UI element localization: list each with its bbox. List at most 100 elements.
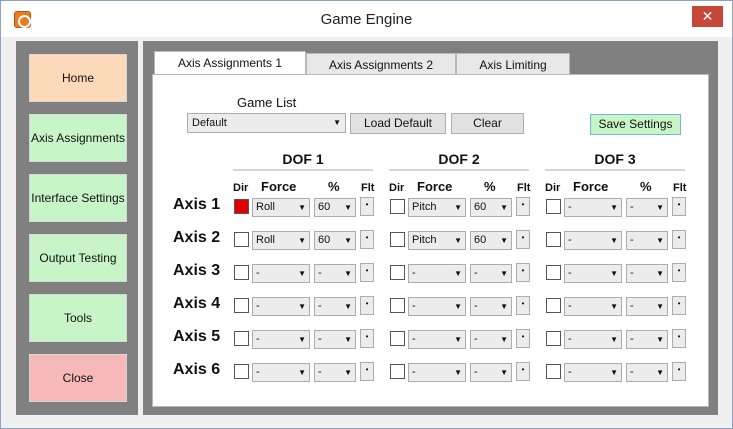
axis-3-dof-1-flt-button[interactable]: • [360, 263, 374, 282]
axis-5-dof-2-percent-select[interactable]: - ▼ [470, 330, 512, 349]
chevron-down-icon: ▼ [454, 368, 462, 377]
axis-3-dof-3-dir-checkbox[interactable] [546, 265, 561, 280]
axis-2-dof-2-percent-select[interactable]: 60 ▼ [470, 231, 512, 250]
axis-3-dof-2-flt-button[interactable]: • [516, 263, 530, 282]
axis-3-dof-2-percent-select[interactable]: - ▼ [470, 264, 512, 283]
axis-5-dof-3-force-select[interactable]: - ▼ [564, 330, 622, 349]
axis-4-dof-3-force-select[interactable]: - ▼ [564, 297, 622, 316]
axis-1-dof-1-percent-select[interactable]: 60 ▼ [314, 198, 356, 217]
sidebar-item-output-testing[interactable]: Output Testing [29, 234, 127, 282]
axis-3-dof-2-force-select[interactable]: - ▼ [408, 264, 466, 283]
axis-1-dof-3-flt-button[interactable]: • [672, 197, 686, 216]
axis-4-dof-3-dir-checkbox[interactable] [546, 298, 561, 313]
load-default-button[interactable]: Load Default [350, 113, 446, 134]
axis-1-dof-3-percent-select[interactable]: - ▼ [626, 198, 668, 217]
axis-2-dof-1-percent-select[interactable]: 60 ▼ [314, 231, 356, 250]
axis-4-dof-2-flt-button[interactable]: • [516, 296, 530, 315]
axis-2-dof-1-force-select[interactable]: Roll ▼ [252, 231, 310, 250]
sidebar-item-close[interactable]: Close [29, 354, 127, 402]
chevron-down-icon: ▼ [610, 368, 618, 377]
axis-6-dof-1-force-select[interactable]: - ▼ [252, 363, 310, 382]
axis-2-dof-1-dir-checkbox[interactable] [234, 232, 249, 247]
axis-2-dof-3-flt-button[interactable]: • [672, 230, 686, 249]
axis-3-dof-3-percent-select[interactable]: - ▼ [626, 264, 668, 283]
axis-3-dof-1-dir-checkbox[interactable] [234, 265, 249, 280]
axis-4-dof-1-percent-select[interactable]: - ▼ [314, 297, 356, 316]
axis-3-dof-2-dir-checkbox[interactable] [390, 265, 405, 280]
axis-1-dof-1-flt-button[interactable]: • [360, 197, 374, 216]
axis-2-dof-2-flt-button[interactable]: • [516, 230, 530, 249]
percent-value: - [474, 366, 478, 378]
axis-6-dof-2-percent-select[interactable]: - ▼ [470, 363, 512, 382]
axis-2-dof-3-dir-checkbox[interactable] [546, 232, 561, 247]
axis-6-dof-2-flt-button[interactable]: • [516, 362, 530, 381]
axis-5-dof-2-flt-button[interactable]: • [516, 329, 530, 348]
axis-1-dof-2-flt-button[interactable]: • [516, 197, 530, 216]
axis-1-dof-2-percent-select[interactable]: 60 ▼ [470, 198, 512, 217]
axis-5-dof-3-percent-select[interactable]: - ▼ [626, 330, 668, 349]
dof-3-flt-header: Flt [673, 182, 687, 194]
axis-5-dof-1-flt-button[interactable]: • [360, 329, 374, 348]
axis-1-dof-2-force-select[interactable]: Pitch ▼ [408, 198, 466, 217]
axis-2-dof-1-flt-button[interactable]: • [360, 230, 374, 249]
axis-5-dof-1-dir-checkbox[interactable] [234, 331, 249, 346]
axis-6-dof-2-force-select[interactable]: - ▼ [408, 363, 466, 382]
chevron-down-icon: ▼ [500, 269, 508, 278]
percent-value: - [318, 300, 322, 312]
chevron-down-icon: ▼ [656, 368, 664, 377]
axis-4-dof-1-flt-button[interactable]: • [360, 296, 374, 315]
sidebar-item-interface-settings[interactable]: Interface Settings [29, 174, 127, 222]
axis-6-dof-1-flt-button[interactable]: • [360, 362, 374, 381]
axis-6-dof-3-dir-checkbox[interactable] [546, 364, 561, 379]
axis-1-dof-3-dir-checkbox[interactable] [546, 199, 561, 214]
axis-1-dof-1-force-select[interactable]: Roll ▼ [252, 198, 310, 217]
axis-6-dof-1-dir-checkbox[interactable] [234, 364, 249, 379]
tab-axis-assignments-1[interactable]: Axis Assignments 1 [154, 51, 306, 76]
force-value: - [256, 300, 260, 312]
sidebar: Home Axis Assignments Interface Settings… [16, 41, 138, 415]
axis-1-dof-3-force-select[interactable]: - ▼ [564, 198, 622, 217]
axis-4-dof-1-dir-checkbox[interactable] [234, 298, 249, 313]
save-settings-button[interactable]: Save Settings [590, 114, 681, 135]
axis-6-dof-2-dir-checkbox[interactable] [390, 364, 405, 379]
axis-1-dof-2-dir-checkbox[interactable] [390, 199, 405, 214]
axis-5-dof-3-dir-checkbox[interactable] [546, 331, 561, 346]
axis-4-dof-3-flt-button[interactable]: • [672, 296, 686, 315]
axis-6-dof-3-flt-button[interactable]: • [672, 362, 686, 381]
axis-3-dof-3-flt-button[interactable]: • [672, 263, 686, 282]
axis-5-dof-2-force-select[interactable]: - ▼ [408, 330, 466, 349]
axis-6-dof-3-force-select[interactable]: - ▼ [564, 363, 622, 382]
axis-5-dof-1-force-select[interactable]: - ▼ [252, 330, 310, 349]
axis-5-dof-2-dir-checkbox[interactable] [390, 331, 405, 346]
close-window-button[interactable]: ✕ [692, 6, 723, 27]
tab-axis-limiting[interactable]: Axis Limiting [456, 53, 570, 76]
sidebar-item-axis-assignments[interactable]: Axis Assignments [29, 114, 127, 162]
axis-3-dof-1-force-select[interactable]: - ▼ [252, 264, 310, 283]
axis-6-dof-1-percent-select[interactable]: - ▼ [314, 363, 356, 382]
axis-3-label: Axis 3 [173, 262, 221, 279]
axis-4-dof-2-percent-select[interactable]: - ▼ [470, 297, 512, 316]
axis-2-dof-2-force-select[interactable]: Pitch ▼ [408, 231, 466, 250]
sidebar-item-tools[interactable]: Tools [29, 294, 127, 342]
clear-button[interactable]: Clear [451, 113, 524, 134]
axis-6-dof-3-percent-select[interactable]: - ▼ [626, 363, 668, 382]
axis-4-dof-2-force-select[interactable]: - ▼ [408, 297, 466, 316]
axis-3-dof-1-percent-select[interactable]: - ▼ [314, 264, 356, 283]
axis-3-dof-3-force-select[interactable]: - ▼ [564, 264, 622, 283]
app-window: Game Engine ✕ Home Axis Assignments Inte… [0, 0, 733, 429]
axis-2-dof-3-percent-select[interactable]: - ▼ [626, 231, 668, 250]
axis-4-dof-2-dir-checkbox[interactable] [390, 298, 405, 313]
axis-5-dof-3-flt-button[interactable]: • [672, 329, 686, 348]
axis-1-label: Axis 1 [173, 196, 221, 213]
axis-2-dof-2-dir-checkbox[interactable] [390, 232, 405, 247]
axis-5-dof-1-percent-select[interactable]: - ▼ [314, 330, 356, 349]
chevron-down-icon: ▼ [656, 236, 664, 245]
axis-1-dof-1-dir-checkbox[interactable] [234, 199, 249, 214]
axis-4-label: Axis 4 [173, 295, 221, 312]
axis-2-dof-3-force-select[interactable]: - ▼ [564, 231, 622, 250]
axis-4-dof-3-percent-select[interactable]: - ▼ [626, 297, 668, 316]
sidebar-item-home[interactable]: Home [29, 54, 127, 102]
game-list-select[interactable]: Default ▼ [187, 113, 346, 133]
axis-4-dof-1-force-select[interactable]: - ▼ [252, 297, 310, 316]
tab-axis-assignments-2[interactable]: Axis Assignments 2 [306, 53, 456, 76]
